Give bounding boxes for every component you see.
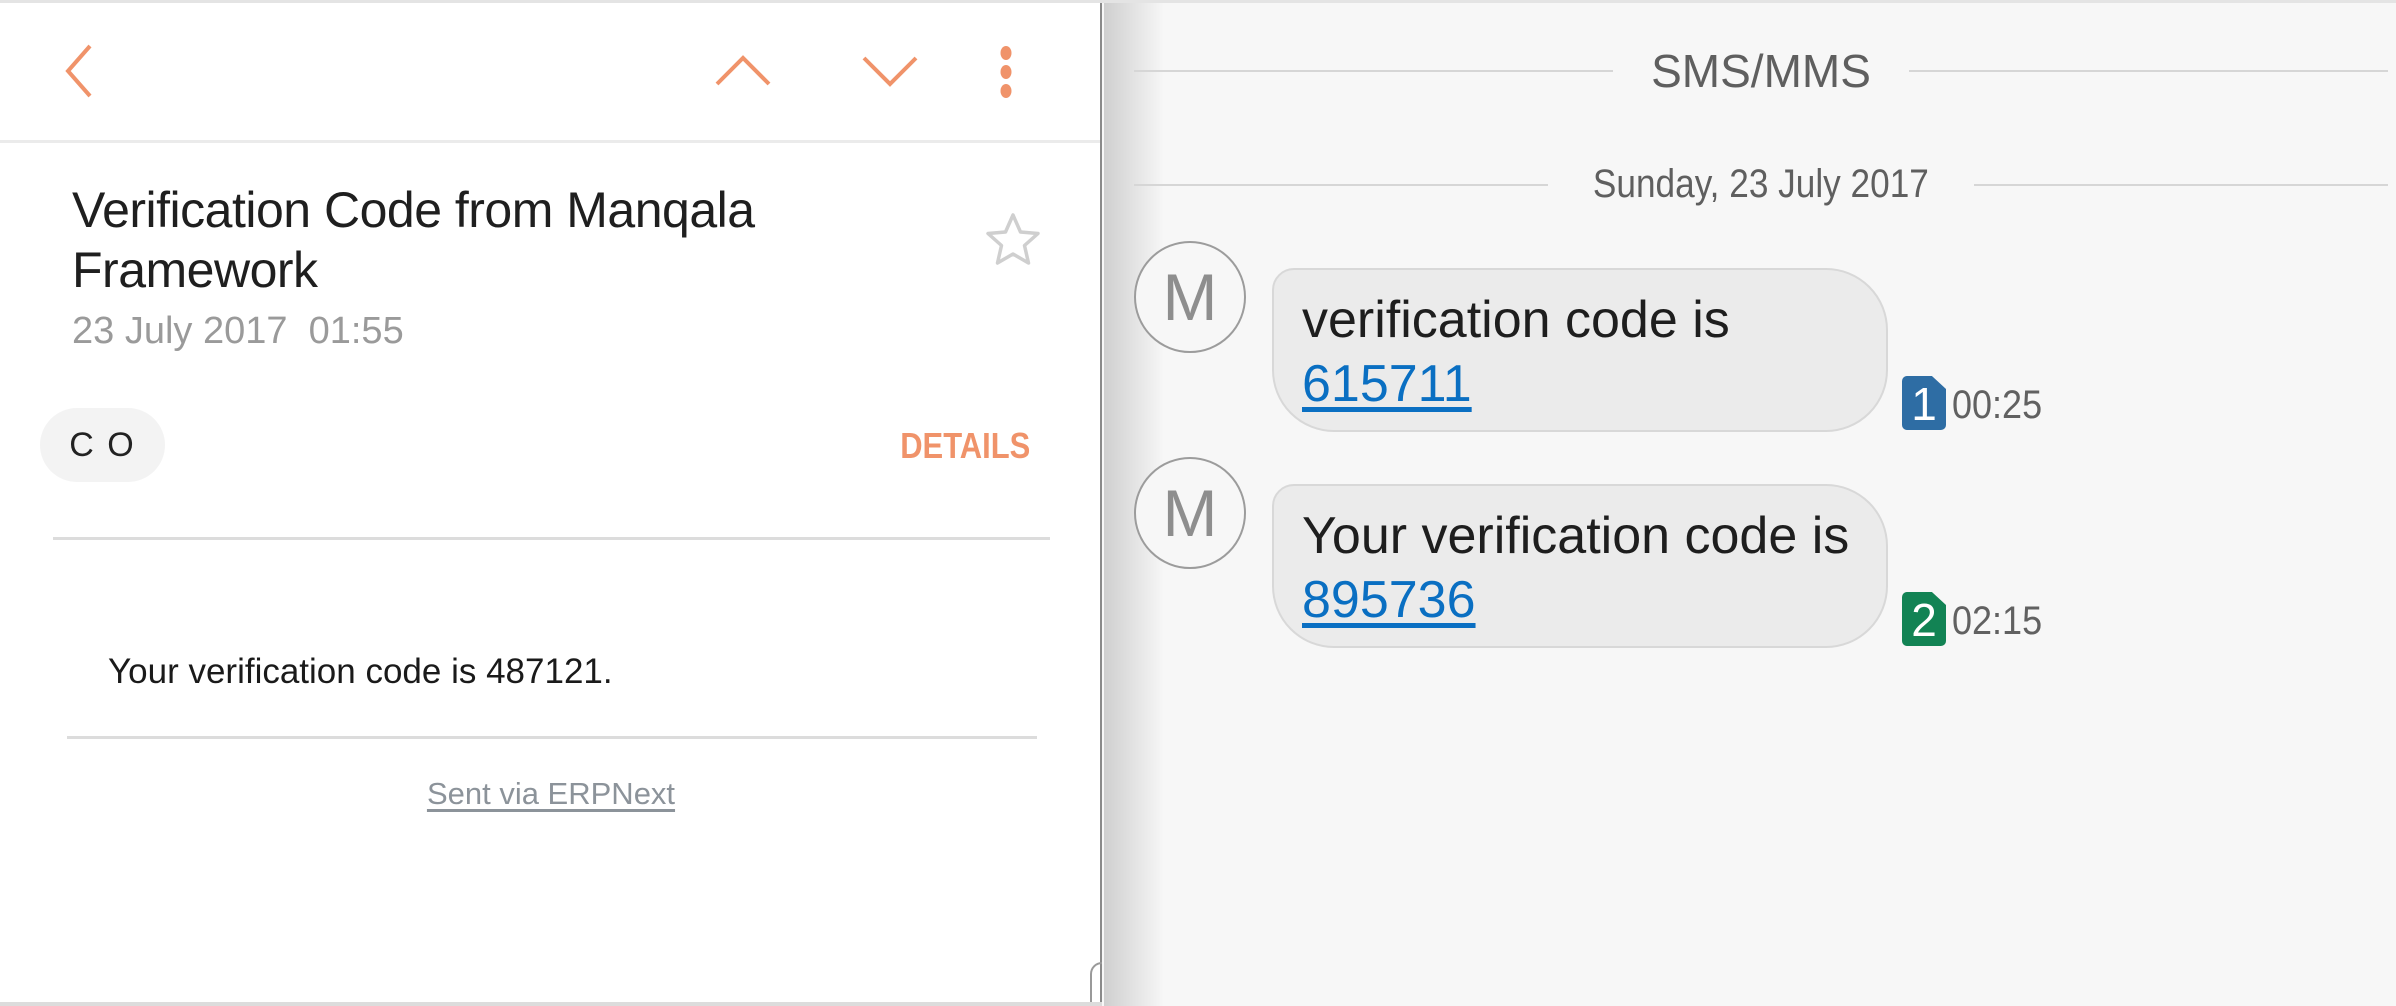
email-body: Your verification code is 487121. — [108, 652, 613, 691]
back-button[interactable] — [58, 42, 98, 100]
divider-line — [1134, 183, 1549, 186]
scroll-handle[interactable] — [1090, 962, 1102, 1006]
sender-avatar[interactable]: M — [1134, 457, 1246, 569]
star-outline-icon — [986, 213, 1040, 265]
email-footer: Sent via ERPNext — [0, 776, 1102, 812]
divider-line — [1134, 70, 1614, 72]
more-options-button[interactable] — [996, 42, 1016, 102]
sent-via-erpnext-link[interactable]: Sent via ERPNext — [427, 776, 675, 811]
email-viewer: Verification Code from Manqala Framework… — [0, 0, 1102, 1006]
sim-2-icon: 2 — [1902, 592, 1946, 646]
email-subject: Verification Code from Manqala Framework — [72, 182, 755, 298]
message-time: 02:15 — [1952, 599, 2043, 643]
message-meta: 2 02:15 — [1902, 592, 2052, 646]
message-bubble[interactable]: verification code is 615711 — [1272, 268, 1888, 432]
bottom-edge — [0, 1002, 1102, 1006]
verification-code-link[interactable]: 895736 — [1302, 571, 1476, 629]
chevron-down-icon — [862, 56, 918, 87]
sms-mms-header: SMS/MMS — [1134, 44, 2388, 98]
divider-line — [1973, 183, 2389, 186]
body-divider — [67, 736, 1037, 739]
email-date: 23 July 2017 01:55 — [72, 310, 404, 352]
chevron-left-icon — [65, 44, 92, 98]
star-button[interactable] — [982, 210, 1044, 270]
sender-chip[interactable]: C O — [40, 408, 165, 482]
chevron-up-icon — [715, 55, 771, 86]
message-bubble[interactable]: Your verification code is 895736 — [1272, 484, 1888, 648]
top-edge — [0, 0, 2396, 3]
date-separator: Sunday, 23 July 2017 — [1134, 162, 2389, 207]
message-time: 00:25 — [1952, 383, 2043, 427]
header-divider — [53, 537, 1050, 540]
next-email-button[interactable] — [860, 52, 920, 88]
divider-line — [1908, 70, 2388, 72]
message-meta: 1 00:25 — [1902, 376, 2052, 430]
email-toolbar — [0, 0, 1100, 143]
message-text: Your verification code is — [1302, 507, 1850, 565]
verification-code-link[interactable]: 615711 — [1302, 355, 1472, 413]
previous-email-button[interactable] — [713, 52, 773, 88]
more-vert-icon — [1000, 46, 1012, 98]
sender-avatar[interactable]: M — [1134, 241, 1246, 353]
message-text: verification code is — [1302, 291, 1730, 349]
sms-mms-title: SMS/MMS — [1651, 45, 1871, 97]
details-button[interactable]: DETAILS — [900, 425, 1030, 467]
date-separator-text: Sunday, 23 July 2017 — [1593, 162, 1929, 206]
sim-1-icon: 1 — [1902, 376, 1946, 430]
